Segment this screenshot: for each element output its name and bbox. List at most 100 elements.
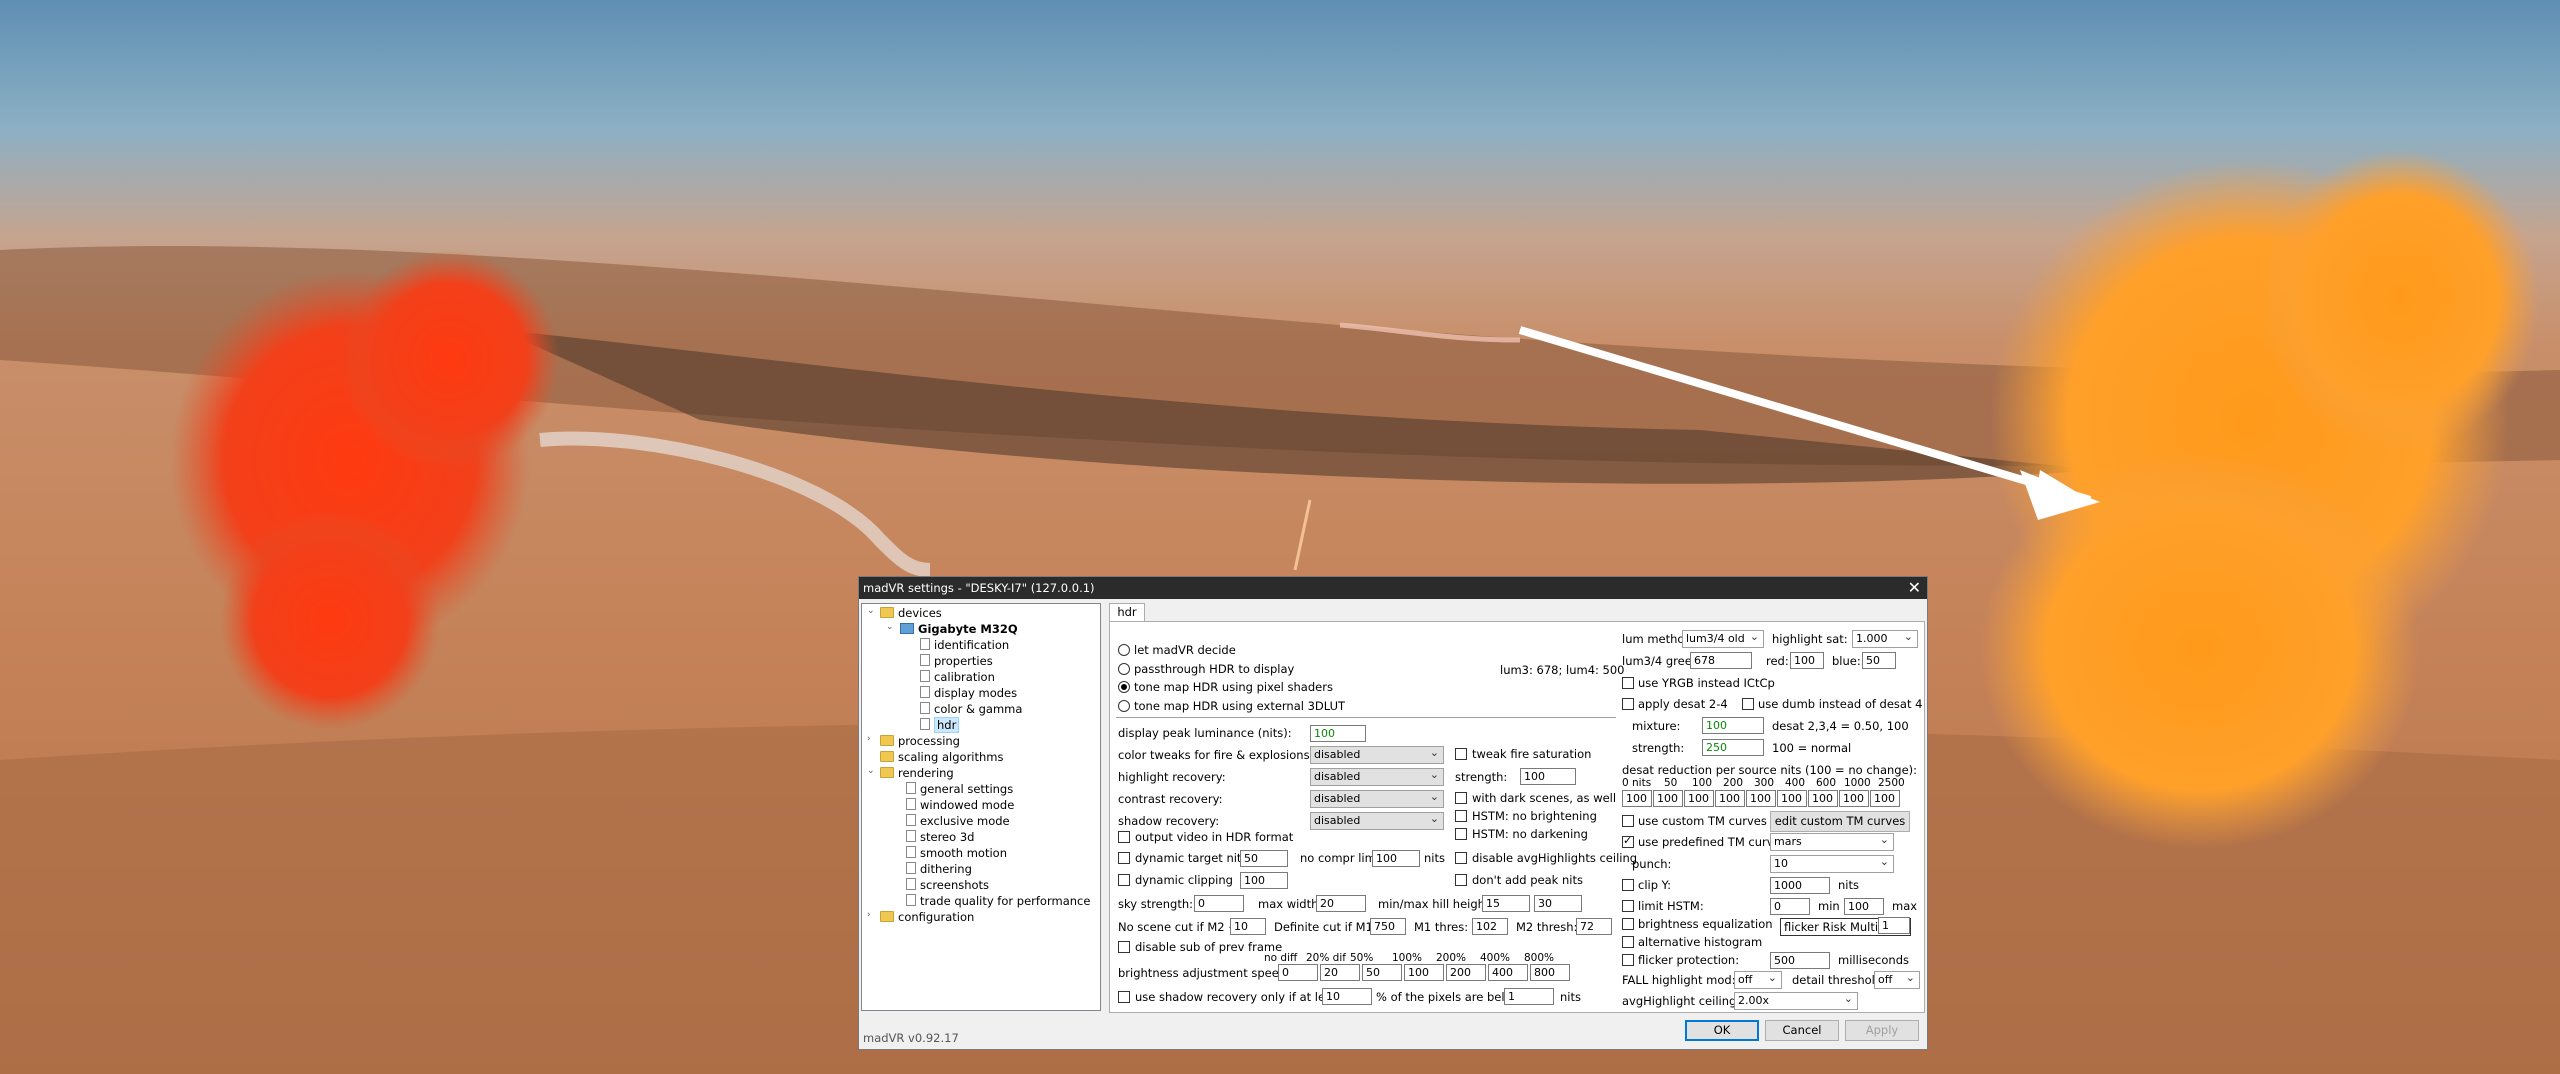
- sky-input[interactable]: 0: [1194, 895, 1244, 912]
- edit-custom-tm-button[interactable]: edit custom TM curves: [1770, 811, 1910, 832]
- dyn-target-checkbox[interactable]: [1118, 852, 1130, 864]
- clipy-input[interactable]: 1000: [1770, 877, 1830, 894]
- nits-input[interactable]: 100: [1622, 790, 1652, 807]
- output-hdr-checkbox[interactable]: [1118, 831, 1130, 843]
- hl-sat-select[interactable]: 1.000: [1852, 629, 1918, 648]
- nits-input[interactable]: 100: [1653, 790, 1683, 807]
- limit-min-input[interactable]: 0: [1770, 898, 1810, 915]
- bright-eq-checkbox[interactable]: [1622, 918, 1634, 930]
- nits-input[interactable]: 100: [1684, 790, 1714, 807]
- no-compr-input[interactable]: 100: [1372, 850, 1420, 867]
- avg-select[interactable]: 2.00x: [1734, 991, 1858, 1010]
- nits-input[interactable]: 100: [1839, 790, 1869, 807]
- tree-item-processing[interactable]: processing: [880, 733, 960, 749]
- blue-input[interactable]: 50: [1862, 652, 1896, 669]
- hstm-nobright-checkbox[interactable]: [1455, 810, 1467, 822]
- limit-hstm-checkbox[interactable]: [1622, 900, 1634, 912]
- use-dumb-checkbox[interactable]: [1742, 698, 1754, 710]
- tree-item-device[interactable]: Gigabyte M32Q: [900, 621, 1018, 637]
- cancel-button[interactable]: Cancel: [1765, 1020, 1839, 1041]
- expand-icon[interactable]: ›: [867, 734, 871, 744]
- fire-select[interactable]: disabled: [1310, 745, 1444, 764]
- predef-tm-select[interactable]: mars: [1770, 832, 1894, 851]
- radio-let-madvr[interactable]: [1118, 644, 1130, 656]
- speed-input[interactable]: 400: [1488, 964, 1528, 981]
- dark-scenes-checkbox[interactable]: [1455, 792, 1467, 804]
- speed-input[interactable]: 200: [1446, 964, 1486, 981]
- nits-input[interactable]: 100: [1808, 790, 1838, 807]
- speed-input[interactable]: 20: [1320, 964, 1360, 981]
- hstm-nodark-checkbox[interactable]: [1455, 828, 1467, 840]
- nits-input[interactable]: 100: [1870, 790, 1900, 807]
- use-yrgb-checkbox[interactable]: [1622, 677, 1634, 689]
- collapse-icon[interactable]: ⌄: [867, 606, 875, 616]
- max-hill-input[interactable]: 30: [1534, 895, 1582, 912]
- speed-input[interactable]: 0: [1278, 964, 1318, 981]
- radio-tonemap-shaders[interactable]: [1118, 681, 1130, 693]
- shadow-pct-input[interactable]: 10: [1322, 988, 1372, 1005]
- strength-input[interactable]: 100: [1520, 768, 1576, 785]
- tab-hdr[interactable]: hdr: [1109, 603, 1145, 621]
- dont-add-checkbox[interactable]: [1455, 874, 1467, 886]
- red-input[interactable]: 100: [1790, 652, 1824, 669]
- apply-desat-checkbox[interactable]: [1622, 698, 1634, 710]
- highlight-select[interactable]: disabled: [1310, 767, 1444, 786]
- tree-item-properties[interactable]: properties: [920, 653, 993, 669]
- dyn-clip-checkbox[interactable]: [1118, 874, 1130, 886]
- limit-max-input[interactable]: 100: [1844, 898, 1884, 915]
- tree-item-display-modes[interactable]: display modes: [920, 685, 1017, 701]
- tree-item-hdr[interactable]: hdr: [920, 717, 960, 733]
- tree-item-stereo-3d[interactable]: stereo 3d: [906, 829, 974, 845]
- shadow-nits-input[interactable]: 1: [1504, 988, 1554, 1005]
- m1-input[interactable]: 102: [1472, 918, 1508, 935]
- speed-input[interactable]: 800: [1530, 964, 1570, 981]
- tree-item-trade-quality[interactable]: trade quality for performance: [906, 893, 1090, 909]
- tree-item-exclusive-mode[interactable]: exclusive mode: [906, 813, 1010, 829]
- expand-icon[interactable]: ›: [867, 910, 871, 920]
- shadow-only-checkbox[interactable]: [1118, 991, 1130, 1003]
- radio-3dlut[interactable]: [1118, 700, 1130, 712]
- collapse-icon[interactable]: ⌄: [867, 766, 875, 776]
- custom-tm-checkbox[interactable]: [1622, 815, 1634, 827]
- nits-input[interactable]: 100: [1777, 790, 1807, 807]
- tree-item-windowed-mode[interactable]: windowed mode: [906, 797, 1014, 813]
- peak-input[interactable]: 100: [1310, 725, 1366, 742]
- tree-item-rendering[interactable]: rendering: [880, 765, 954, 781]
- max-width-input[interactable]: 20: [1316, 895, 1366, 912]
- predef-tm-checkbox[interactable]: [1622, 834, 1634, 848]
- tree-item-devices[interactable]: devices: [880, 605, 942, 621]
- close-icon[interactable]: ✕: [1908, 578, 1921, 597]
- tree-item-dithering[interactable]: dithering: [906, 861, 972, 877]
- nits-input[interactable]: 100: [1746, 790, 1776, 807]
- punch-select[interactable]: 10: [1770, 854, 1894, 873]
- speed-input[interactable]: 100: [1404, 964, 1444, 981]
- desat-strength-input[interactable]: 250: [1702, 739, 1764, 756]
- tree-item-calibration[interactable]: calibration: [920, 669, 995, 685]
- mixture-input[interactable]: 100: [1702, 717, 1764, 734]
- tree-item-general-settings[interactable]: general settings: [906, 781, 1013, 797]
- defcut-input[interactable]: 750: [1370, 918, 1406, 935]
- flicker-prot-checkbox[interactable]: [1622, 954, 1634, 966]
- flicker-risk-input[interactable]: 1: [1878, 917, 1910, 934]
- disable-avg-checkbox[interactable]: [1455, 852, 1467, 864]
- speed-input[interactable]: 50: [1362, 964, 1402, 981]
- radio-passthrough[interactable]: [1118, 663, 1130, 675]
- dyn-clip-input[interactable]: 100: [1240, 872, 1288, 889]
- collapse-icon[interactable]: ⌄: [886, 622, 894, 632]
- settings-tree[interactable]: ⌄ devices ⌄ Gigabyte M32Q identification…: [861, 603, 1101, 1011]
- green-input[interactable]: 678: [1690, 652, 1752, 669]
- contrast-select[interactable]: disabled: [1310, 789, 1444, 808]
- m2-input[interactable]: 72: [1576, 918, 1612, 935]
- tree-item-configuration[interactable]: configuration: [880, 909, 974, 925]
- detail-select[interactable]: off: [1874, 970, 1920, 989]
- min-hill-input[interactable]: 15: [1482, 895, 1530, 912]
- tree-item-scaling[interactable]: scaling algorithms: [880, 749, 1004, 765]
- disable-sub-checkbox[interactable]: [1118, 941, 1130, 953]
- alt-hist-checkbox[interactable]: [1622, 936, 1634, 948]
- tree-item-smooth-motion[interactable]: smooth motion: [906, 845, 1007, 861]
- noscene-input[interactable]: 10: [1230, 918, 1266, 935]
- tweak-sat-checkbox[interactable]: [1455, 748, 1467, 760]
- tree-item-identification[interactable]: identification: [920, 637, 1009, 653]
- flicker-prot-input[interactable]: 500: [1770, 952, 1830, 969]
- clipy-checkbox[interactable]: [1622, 879, 1634, 891]
